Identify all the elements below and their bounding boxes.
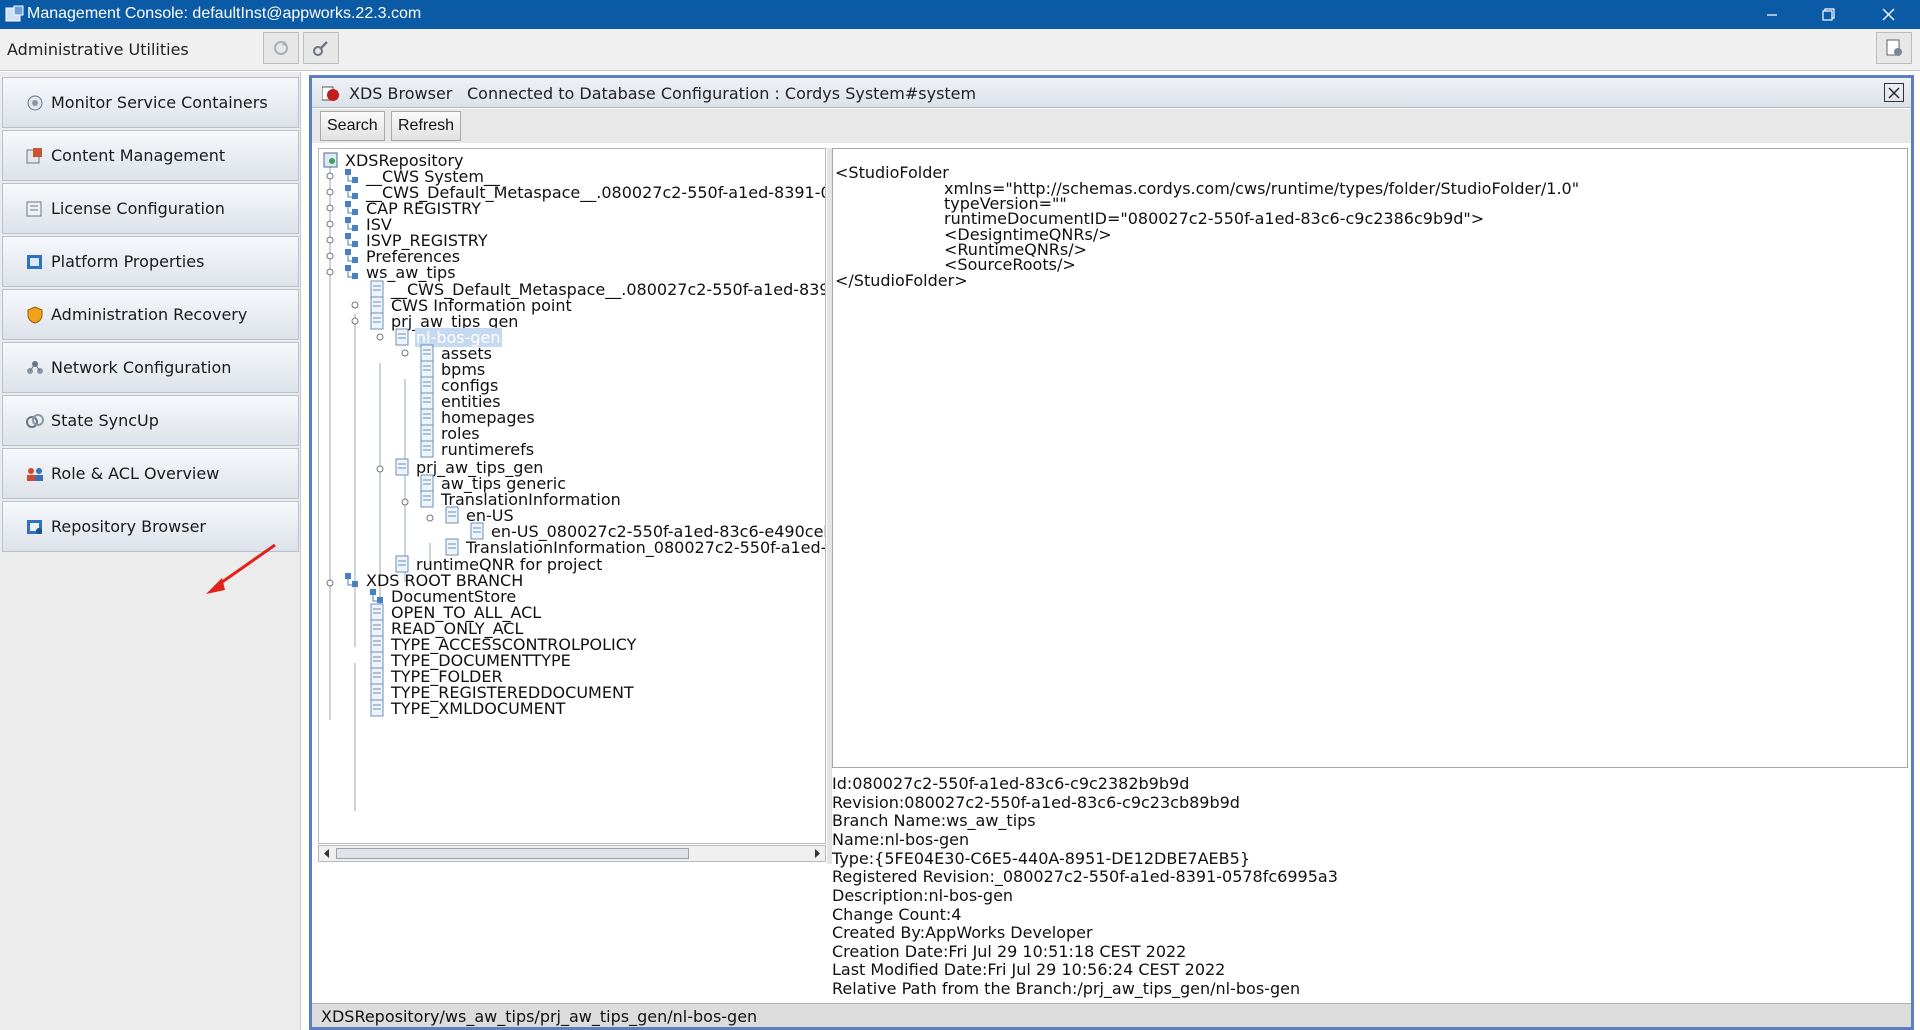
search-button[interactable]: Search xyxy=(320,111,385,141)
document-settings-icon xyxy=(1886,39,1902,56)
scroll-right-arrow-icon[interactable] xyxy=(810,847,824,860)
main-toolbar: Administrative Utilities xyxy=(0,29,1920,71)
detail-line: Revision:080027c2-550f-a1ed-83c6-c9c23cb… xyxy=(832,793,1240,812)
xds-browser-title: XDS Browser xyxy=(349,84,453,103)
sidebar-item-monitor-service-containers[interactable]: Monitor Service Containers xyxy=(2,77,299,128)
status-bar: XDSRepository/ws_aw_tips/prj_aw_tips_gen… xyxy=(312,1003,1911,1027)
restore-button[interactable] xyxy=(1800,0,1856,29)
branch-icon xyxy=(345,265,358,279)
detail-line: Created By:AppWorks Developer xyxy=(832,923,1093,942)
app-icon xyxy=(5,5,24,22)
monitor-icon xyxy=(27,95,43,110)
document-icon xyxy=(420,440,434,458)
detail-line: Change Count:4 xyxy=(832,905,962,924)
detail-line: Description:nl-bos-gen xyxy=(832,886,1014,905)
tree-node[interactable]: runtimerefs xyxy=(419,439,535,459)
detail-line: Name:nl-bos-gen xyxy=(832,830,970,849)
sidebar-item-platform-properties[interactable]: Platform Properties xyxy=(2,236,299,287)
xds-browser-close-button[interactable] xyxy=(1884,83,1904,102)
sidebar-item-label: Platform Properties xyxy=(51,252,205,271)
detail-line: Branch Name:ws_aw_tips xyxy=(832,811,1036,830)
xml-line: </StudioFolder> xyxy=(835,271,968,290)
connection-status: Connected to Database Configuration : Co… xyxy=(467,84,977,103)
sidebar-item-content-management[interactable]: Content Management xyxy=(2,130,299,181)
detail-line: Registered Revision:_080027c2-550f-a1ed-… xyxy=(832,867,1338,886)
role-icon xyxy=(27,467,43,481)
restore-icon xyxy=(1821,8,1835,21)
toolbar-help-button[interactable] xyxy=(1876,32,1912,64)
toolbar-heading: Administrative Utilities xyxy=(7,40,189,59)
detail-line: Id:080027c2-550f-a1ed-83c6-c9c2382b9b9d xyxy=(832,774,1190,793)
sidebar-item-label: State SyncUp xyxy=(51,411,159,430)
scroll-left-arrow-icon[interactable] xyxy=(320,847,334,860)
sidebar-item-network-configuration[interactable]: Network Configuration xyxy=(2,342,299,393)
sidebar-item-label: Administration Recovery xyxy=(51,305,248,324)
status-path: XDSRepository/ws_aw_tips/prj_aw_tips_gen… xyxy=(321,1007,758,1026)
content-icon xyxy=(26,147,42,163)
document-icon xyxy=(395,328,409,346)
sidebar-item-role-acl-overview[interactable]: Role & ACL Overview xyxy=(2,448,299,499)
refresh-icon xyxy=(274,41,288,55)
sidebar-item-label: Role & ACL Overview xyxy=(51,464,220,483)
repository-icon xyxy=(27,519,42,534)
sidebar-item-label: Monitor Service Containers xyxy=(51,93,268,112)
detail-line: Relative Path from the Branch:/prj_aw_ti… xyxy=(832,979,1301,998)
toolbar-tools-button[interactable] xyxy=(303,32,339,64)
branch-icon xyxy=(345,573,358,587)
xds-browser-icon xyxy=(322,86,339,101)
sidebar-item-label: Content Management xyxy=(51,146,226,165)
license-icon xyxy=(26,201,42,216)
document-icon xyxy=(370,699,384,717)
detail-line: Creation Date:Fri Jul 29 10:51:18 CEST 2… xyxy=(832,942,1187,961)
sidebar-item-license-configuration[interactable]: License Configuration xyxy=(2,183,299,234)
close-icon xyxy=(1882,8,1894,21)
window-title: Management Console: defaultInst@appworks… xyxy=(27,5,422,22)
window-titlebar: Management Console: defaultInst@appworks… xyxy=(0,0,1920,29)
annotation-arrow xyxy=(206,543,276,594)
close-icon xyxy=(1888,87,1900,98)
xml-line: <StudioFolder xyxy=(835,163,949,182)
detail-line: Last Modified Date:Fri Jul 29 10:56:24 C… xyxy=(832,960,1226,979)
sidebar-item-state-syncup[interactable]: State SyncUp xyxy=(2,395,299,446)
refresh-button[interactable]: Refresh xyxy=(391,111,462,141)
minimize-icon xyxy=(1767,13,1777,16)
document-icon xyxy=(445,506,459,524)
xds-browser-titlebar: XDS Browser Connected to Database Config… xyxy=(312,78,1911,108)
sync-icon xyxy=(26,413,44,428)
toolbar-refresh-button[interactable] xyxy=(263,32,299,64)
tools-icon xyxy=(313,41,328,56)
sidebar-item-label: Repository Browser xyxy=(51,517,206,536)
repository-icon xyxy=(323,152,338,168)
sidebar: Monitor Service Containers Content Manag… xyxy=(0,72,301,1030)
xds-browser-window: XDS Browser Connected to Database Config… xyxy=(309,75,1914,1030)
minimize-button[interactable] xyxy=(1744,0,1800,29)
shield-icon xyxy=(27,305,43,324)
tree-node[interactable]: TYPE_XMLDOCUMENT xyxy=(369,698,566,718)
document-details-pane: Id:080027c2-550f-a1ed-83c6-c9c2382b9b9d … xyxy=(832,772,1908,1014)
document-icon xyxy=(395,458,409,476)
xml-content-pane[interactable]: <StudioFolder xmlns="http://schemas.cord… xyxy=(832,148,1908,768)
repository-tree[interactable]: XDSRepository __CWS System__ __CWS_Defau… xyxy=(318,148,826,844)
properties-icon xyxy=(27,254,42,269)
sidebar-item-label: Network Configuration xyxy=(51,358,232,377)
scrollbar-thumb[interactable] xyxy=(336,848,689,859)
tree-horizontal-scrollbar[interactable] xyxy=(318,845,826,862)
close-button[interactable] xyxy=(1860,0,1916,29)
network-icon xyxy=(27,360,43,374)
document-icon xyxy=(420,490,434,508)
document-icon xyxy=(370,312,384,330)
xds-button-bar: Search Refresh xyxy=(312,109,1911,143)
sidebar-item-administration-recovery[interactable]: Administration Recovery xyxy=(2,289,299,340)
detail-line: Type:{5FE04E30-C6E5-440A-8951-DE12DBE7AE… xyxy=(832,849,1250,868)
sidebar-item-label: License Configuration xyxy=(51,199,225,218)
